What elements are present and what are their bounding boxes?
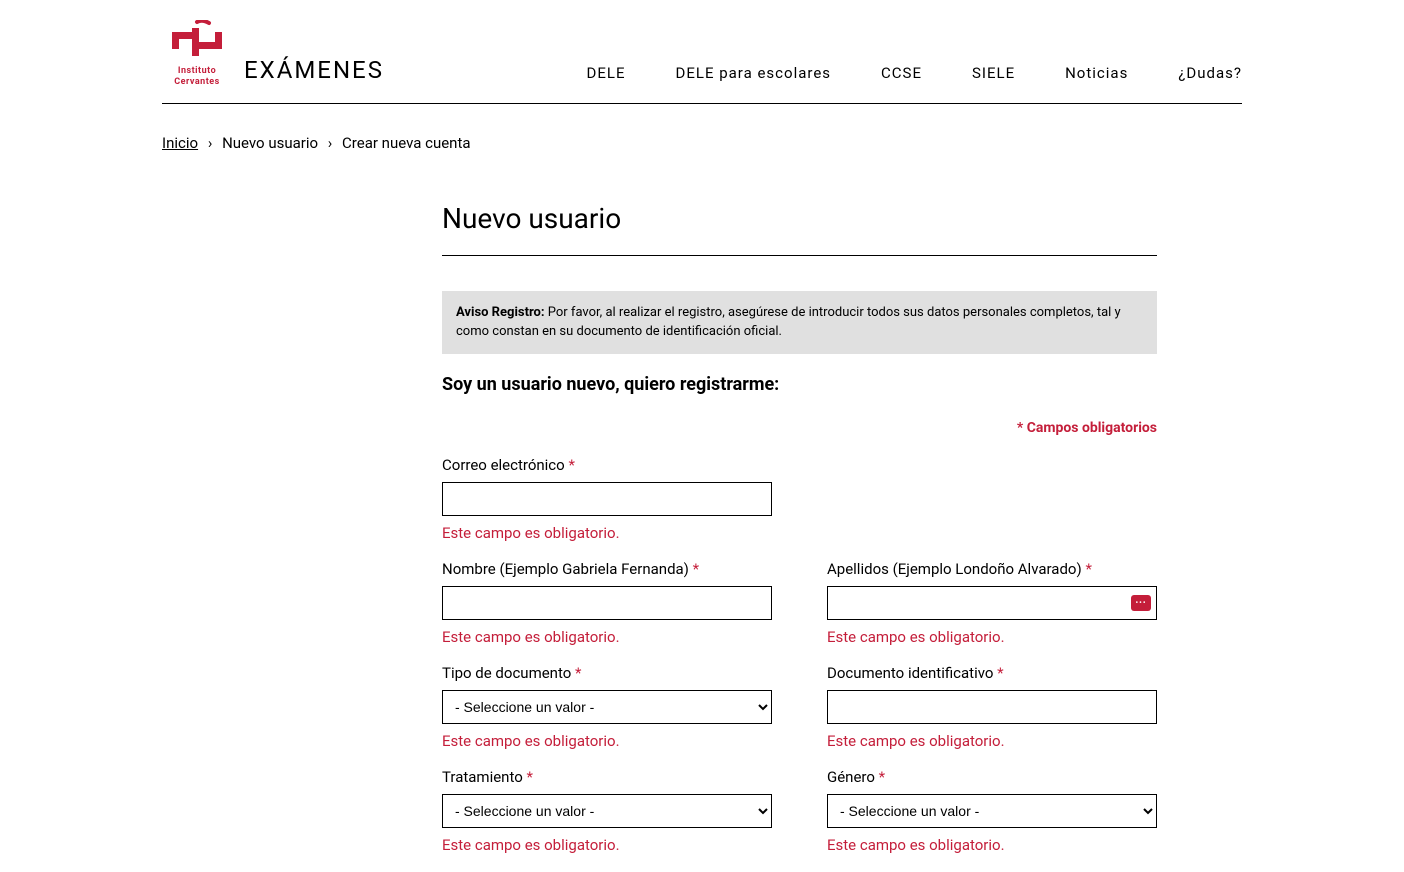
tipo-documento-label: Tipo de documento * xyxy=(442,664,772,682)
header: Instituto Cervantes EXÁMENES DELE DELE p… xyxy=(162,0,1242,104)
brand-title: EXÁMENES xyxy=(244,56,384,88)
nav-dele[interactable]: DELE xyxy=(587,64,626,82)
required-fields-note: * Campos obligatorios xyxy=(442,420,1157,436)
logo[interactable]: Instituto Cervantes xyxy=(162,20,232,88)
nombre-label: Nombre (Ejemplo Gabriela Fernanda) * xyxy=(442,560,772,578)
tipo-documento-select[interactable]: - Seleccione un valor - xyxy=(442,690,772,724)
nav-ccse[interactable]: CCSE xyxy=(881,64,922,82)
breadcrumb: Inicio › Nuevo usuario › Crear nueva cue… xyxy=(162,104,1242,152)
nombre-error: Este campo es obligatorio. xyxy=(442,628,772,646)
email-field[interactable] xyxy=(442,482,772,516)
tratamiento-select[interactable]: - Seleccione un valor - xyxy=(442,794,772,828)
genero-select[interactable]: - Seleccione un valor - xyxy=(827,794,1157,828)
logo-icon xyxy=(167,20,227,64)
page-title: Nuevo usuario xyxy=(442,202,1157,256)
nombre-field[interactable] xyxy=(442,586,772,620)
form-subtitle: Soy un usuario nuevo, quiero registrarme… xyxy=(442,374,1157,395)
breadcrumb-nuevo-usuario: Nuevo usuario xyxy=(222,134,318,152)
breadcrumb-sep: › xyxy=(208,134,213,152)
main-nav: DELE DELE para escolares CCSE SIELE Noti… xyxy=(587,64,1242,88)
email-label: Correo electrónico * xyxy=(442,456,772,474)
content: Nuevo usuario Aviso Registro: Por favor,… xyxy=(442,152,1157,862)
logo-text: Instituto Cervantes xyxy=(174,66,220,88)
password-manager-icon[interactable]: ••• xyxy=(1131,595,1151,611)
notice-text: Por favor, al realizar el registro, aseg… xyxy=(456,305,1121,340)
breadcrumb-sep: › xyxy=(328,134,333,152)
email-error: Este campo es obligatorio. xyxy=(442,524,772,542)
breadcrumb-inicio[interactable]: Inicio xyxy=(162,134,198,152)
nav-dudas[interactable]: ¿Dudas? xyxy=(1178,64,1242,82)
apellidos-label: Apellidos (Ejemplo Londoño Alvarado) * xyxy=(827,560,1157,578)
nav-siele[interactable]: SIELE xyxy=(972,64,1015,82)
tratamiento-label: Tratamiento * xyxy=(442,768,772,786)
logo-block: Instituto Cervantes EXÁMENES xyxy=(162,20,384,88)
documento-id-error: Este campo es obligatorio. xyxy=(827,732,1157,750)
genero-label: Género * xyxy=(827,768,1157,786)
registration-notice: Aviso Registro: Por favor, al realizar e… xyxy=(442,291,1157,354)
nav-noticias[interactable]: Noticias xyxy=(1065,64,1128,82)
breadcrumb-crear-cuenta: Crear nueva cuenta xyxy=(342,134,471,152)
apellidos-field[interactable] xyxy=(827,586,1157,620)
tipo-documento-error: Este campo es obligatorio. xyxy=(442,732,772,750)
notice-label: Aviso Registro: xyxy=(456,305,545,320)
documento-id-label: Documento identificativo * xyxy=(827,664,1157,682)
apellidos-error: Este campo es obligatorio. xyxy=(827,628,1157,646)
documento-id-field[interactable] xyxy=(827,690,1157,724)
nav-dele-escolares[interactable]: DELE para escolares xyxy=(676,64,832,82)
